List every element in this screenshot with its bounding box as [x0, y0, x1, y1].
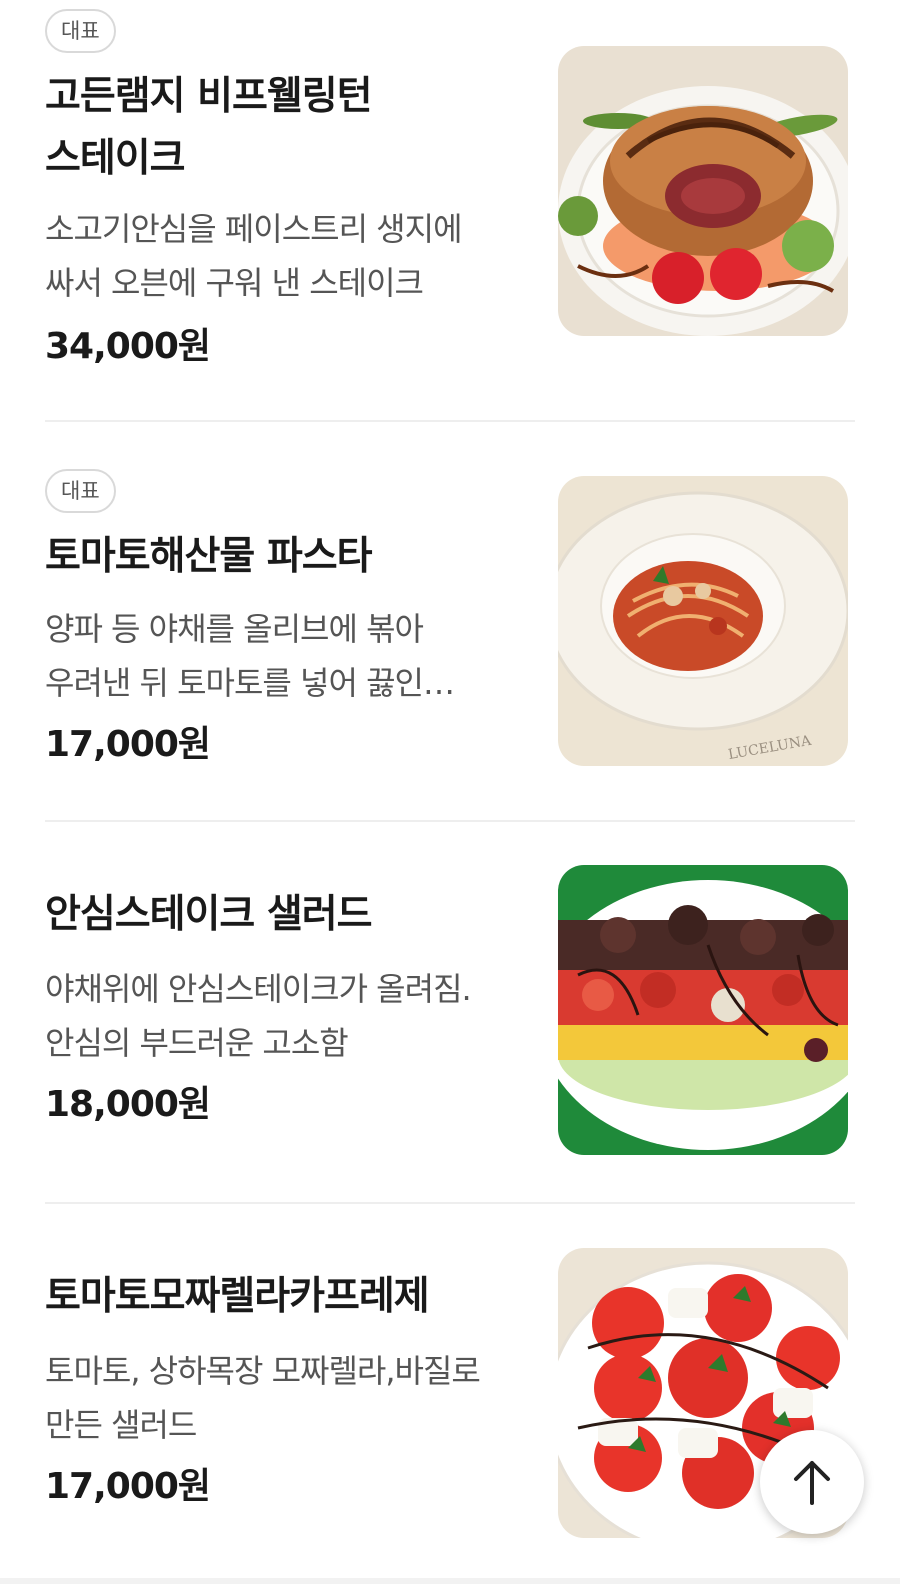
bottom-edge	[0, 1578, 900, 1584]
menu-item[interactable]: 토마토모짜렐라카프레제 토마토, 상하목장 모짜렐라,바질로 만든 샐러드 17…	[45, 1204, 855, 1578]
menu-item-description: 양파 등 야채를 올리브에 볶아 우려낸 뒤 토마토를 넣어 끓인 파스타	[45, 610, 424, 702]
beef-wellington-photo[interactable]	[558, 46, 848, 336]
menu-item[interactable]: 대표 토마토해산물 파스타 양파 등 야채를 올리브에 볶아 우려낸 뒤 토마토…	[45, 422, 855, 820]
menu-item[interactable]: 대표 고든램지 비프웰링턴 스테이크 소고기안심을 페이스트리 생지에 싸서 오…	[45, 0, 855, 420]
scroll-to-top-button[interactable]	[760, 1430, 864, 1534]
signature-badge: 대표	[45, 9, 116, 53]
steak-salad-photo[interactable]	[558, 865, 848, 1155]
menu-item-name: 고든램지 비프웰링턴 스테이크	[45, 74, 373, 181]
seafood-pasta-photo[interactable]: LUCELUNA	[558, 476, 848, 766]
menu-item[interactable]: 안심스테이크 샐러드 야채위에 안심스테이크가 올려짐. 안심의 부드러운 고소…	[45, 822, 855, 1202]
menu-item-name: 토마토모짜렐라카프레제	[45, 1274, 430, 1319]
menu-item-price: 17,000원	[45, 1466, 211, 1507]
menu-item-price: 17,000원	[45, 724, 211, 765]
menu-item-price: 34,000원	[45, 326, 211, 367]
arrow-up-icon	[794, 1461, 830, 1505]
menu-item-description: 야채위에 안심스테이크가 올려짐. 안심의 부드러운 고소함	[45, 970, 472, 1062]
signature-badge: 대표	[45, 469, 116, 513]
menu-item-description: 토마토, 상하목장 모짜렐라,바질로 만든 샐러드	[45, 1352, 481, 1444]
menu-item-name: 토마토해산물 파스타	[45, 534, 373, 579]
menu-item-price: 18,000원	[45, 1084, 211, 1125]
menu-item-name: 안심스테이크 샐러드	[45, 892, 373, 937]
menu-item-description: 소고기안심을 페이스트리 생지에 싸서 오븐에 구워 낸 스테이크	[45, 210, 463, 302]
